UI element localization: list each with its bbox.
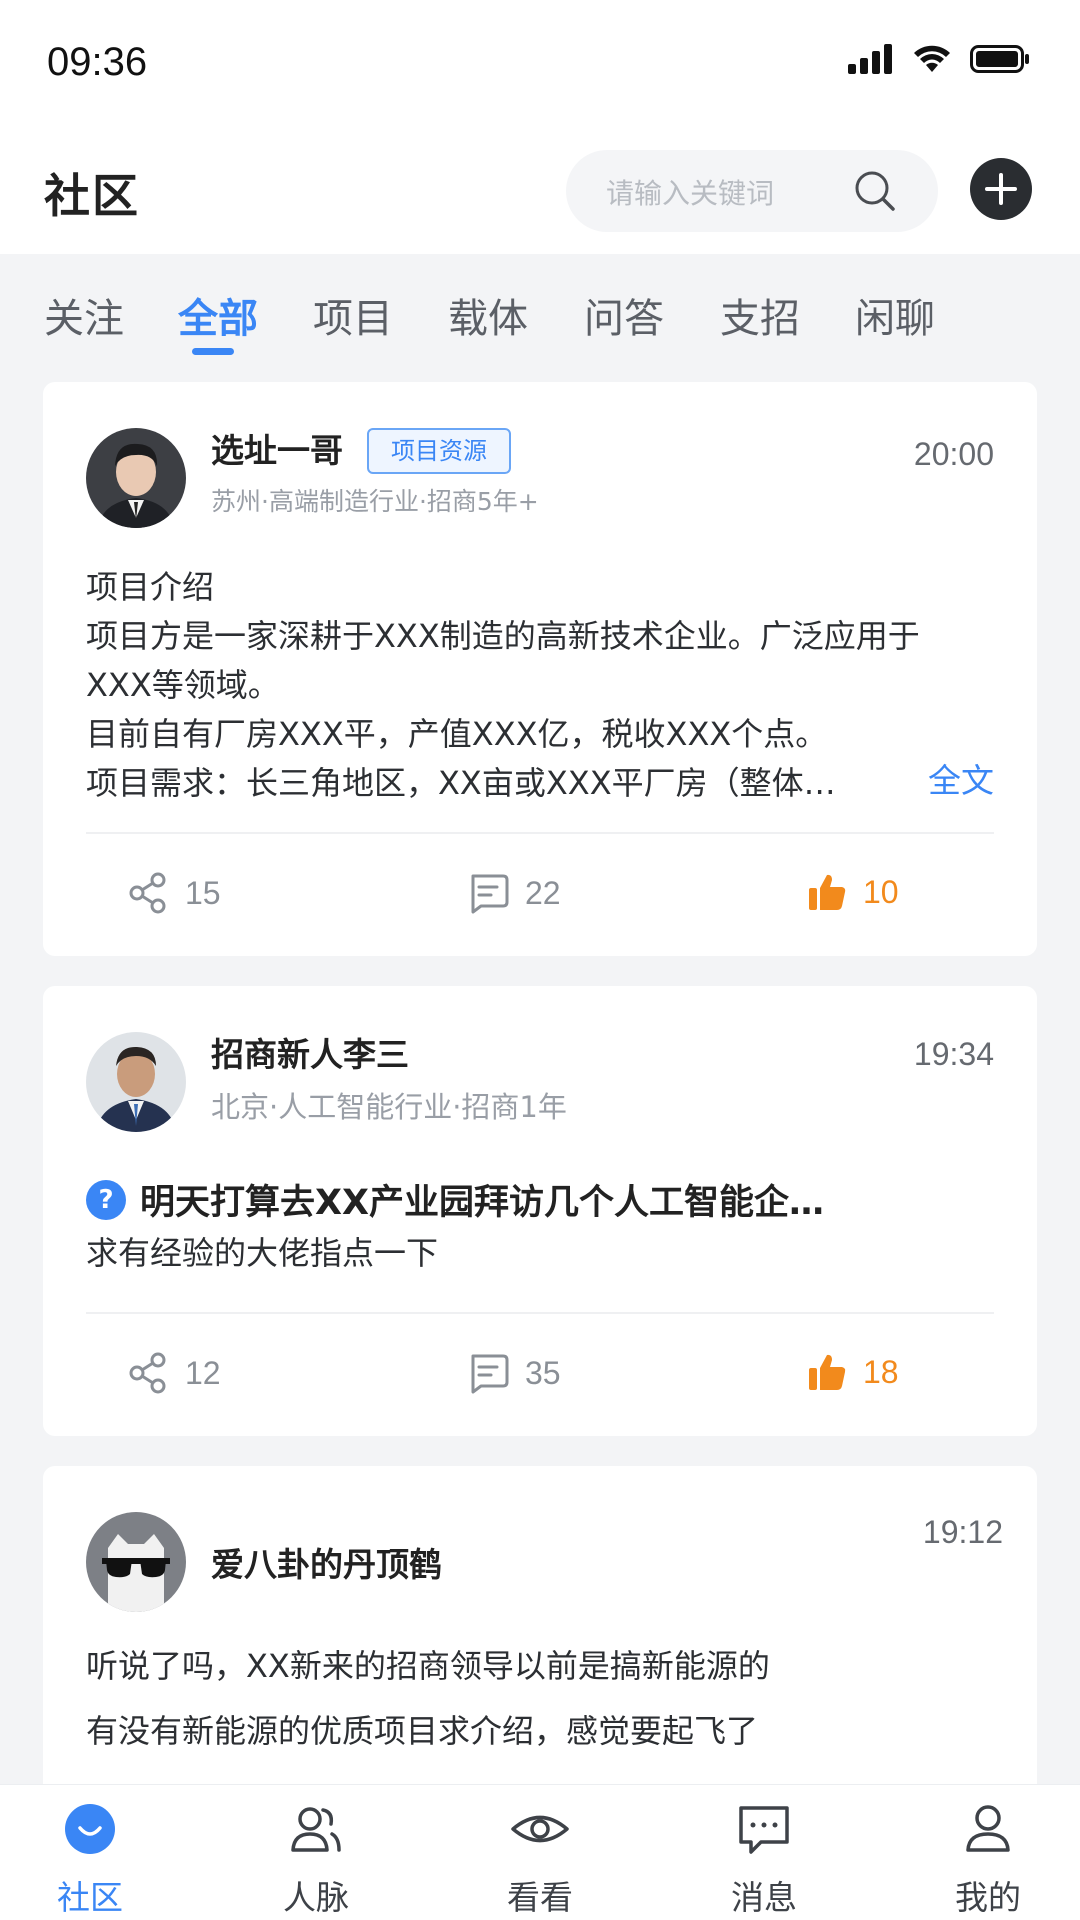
- tab-all[interactable]: 全部: [178, 286, 258, 344]
- add-post-button[interactable]: [970, 158, 1032, 220]
- wifi-icon: [914, 45, 950, 72]
- tab-chat[interactable]: 闲聊: [855, 286, 935, 344]
- bottom-navigation: 社区 人脉 看看 消息 我的: [0, 1784, 1080, 1920]
- share-icon: [129, 1352, 166, 1394]
- nav-label: 我的: [955, 1878, 1021, 1917]
- post-line: 项目需求：长三角地区，XX亩或XXX平厂房（整体…: [86, 764, 836, 802]
- nav-label: 社区: [57, 1878, 123, 1917]
- share-icon: [129, 872, 166, 914]
- thumbs-up-icon: [809, 874, 846, 910]
- thumbs-up-icon: [809, 1354, 846, 1390]
- like-button[interactable]: 10: [807, 872, 899, 912]
- page-title: 社区: [44, 169, 140, 223]
- post-line: 有没有新能源的优质项目求介绍，感觉要起飞了: [86, 1712, 759, 1750]
- tab-following[interactable]: 关注: [44, 286, 124, 344]
- question-text: 明天打算去XX产业园拜访几个人工智能企…: [140, 1183, 824, 1223]
- tab-qa[interactable]: 问答: [584, 286, 664, 344]
- divider: [86, 1312, 994, 1314]
- divider: [86, 832, 994, 834]
- plus-icon: [985, 173, 1017, 205]
- nav-messages[interactable]: 消息: [694, 1797, 834, 1919]
- avatar[interactable]: [86, 428, 186, 528]
- author-meta: 苏州·高端制造行业·招商5年+: [211, 487, 539, 516]
- share-count: 12: [185, 1354, 221, 1391]
- post-line: 项目方是一家深耕于XXX制造的高新技术企业。广泛应用于: [86, 617, 920, 655]
- battery-icon: [970, 45, 1029, 73]
- post-line: 求有经验的大佬指点一下: [86, 1234, 439, 1272]
- header: 社区 请输入关键词: [0, 120, 1080, 254]
- post-line: 听说了吗，XX新来的招商领导以前是搞新能源的: [86, 1647, 770, 1685]
- tab-carriers[interactable]: 载体: [448, 286, 528, 344]
- like-count: 18: [863, 1353, 899, 1390]
- nav-label: 消息: [731, 1878, 797, 1917]
- comment-icon: [471, 874, 509, 914]
- question-title[interactable]: ? 明天打算去XX产业园拜访几个人工智能企…: [86, 1174, 824, 1225]
- status-bar: 09:36: [0, 0, 1080, 120]
- comment-icon: [471, 1354, 509, 1394]
- post-line: 目前自有厂房XXX平，产值XXX亿，税收XXX个点。: [86, 715, 828, 753]
- full-text-link[interactable]: 全文: [928, 754, 994, 802]
- author-name[interactable]: 爱八卦的丹顶鹤: [211, 1538, 442, 1586]
- post-line: XXX等领域。: [86, 666, 280, 704]
- status-time: 09:36: [47, 40, 148, 84]
- post-body[interactable]: 求有经验的大佬指点一下: [86, 1229, 994, 1278]
- search-icon[interactable]: [854, 170, 896, 212]
- nav-discover[interactable]: 看看: [470, 1797, 610, 1919]
- tab-tips[interactable]: 支招: [720, 286, 800, 344]
- post-line: 项目介绍: [86, 568, 215, 606]
- search-placeholder: 请输入关键词: [606, 177, 775, 210]
- message-icon: [739, 1806, 789, 1854]
- question-icon: ?: [86, 1179, 126, 1220]
- author-meta: 北京·人工智能行业·招商1年: [211, 1090, 567, 1124]
- nav-label: 人脉: [283, 1878, 349, 1917]
- post-card[interactable]: 爱八卦的丹顶鹤 19:12 听说了吗，XX新来的招商领导以前是搞新能源的 有没有…: [43, 1466, 1037, 1796]
- post-body[interactable]: 项目介绍 项目方是一家深耕于XXX制造的高新技术企业。广泛应用于 XXX等领域。…: [86, 563, 994, 808]
- tab-projects[interactable]: 项目: [313, 286, 393, 344]
- contacts-icon: [291, 1807, 341, 1852]
- community-icon: [65, 1804, 115, 1854]
- tag-badge: 项目资源: [367, 428, 511, 474]
- post-card[interactable]: 选址一哥 项目资源 苏州·高端制造行业·招商5年+ 20:00 项目介绍 项目方…: [43, 382, 1037, 956]
- status-icons: [848, 44, 1030, 74]
- post-time: 19:34: [913, 1036, 994, 1072]
- like-count: 10: [863, 873, 899, 910]
- profile-icon: [966, 1805, 1010, 1852]
- author-name[interactable]: 选址一哥: [211, 424, 343, 472]
- nav-contacts[interactable]: 人脉: [246, 1797, 386, 1919]
- eye-icon: [511, 1815, 569, 1843]
- active-tab-indicator: [192, 348, 234, 355]
- nav-community[interactable]: 社区: [20, 1797, 160, 1919]
- signal-icon: [848, 44, 892, 74]
- avatar[interactable]: [86, 1512, 186, 1612]
- post-card[interactable]: 招商新人李三 北京·人工智能行业·招商1年 19:34 ? 明天打算去XX产业园…: [43, 986, 1037, 1436]
- post-body[interactable]: 听说了吗，XX新来的招商领导以前是搞新能源的 有没有新能源的优质项目求介绍，感觉…: [86, 1634, 994, 1764]
- comment-button[interactable]: 22: [467, 872, 561, 914]
- post-time: 20:00: [913, 436, 994, 472]
- share-button[interactable]: 12: [127, 1352, 221, 1394]
- share-button[interactable]: 15: [127, 872, 221, 914]
- post-time: 19:12: [922, 1514, 1003, 1550]
- search-input[interactable]: 请输入关键词: [566, 150, 938, 232]
- nav-profile[interactable]: 我的: [918, 1797, 1058, 1919]
- nav-label: 看看: [507, 1878, 573, 1917]
- like-button[interactable]: 18: [807, 1352, 899, 1392]
- avatar[interactable]: [86, 1032, 186, 1132]
- comment-count: 35: [525, 1354, 561, 1391]
- category-tabs: 关注 全部 项目 载体 问答 支招 闲聊: [0, 254, 1080, 364]
- comment-count: 22: [525, 874, 561, 911]
- author-name[interactable]: 招商新人李三: [211, 1028, 409, 1076]
- share-count: 15: [185, 874, 221, 911]
- comment-button[interactable]: 35: [467, 1352, 561, 1394]
